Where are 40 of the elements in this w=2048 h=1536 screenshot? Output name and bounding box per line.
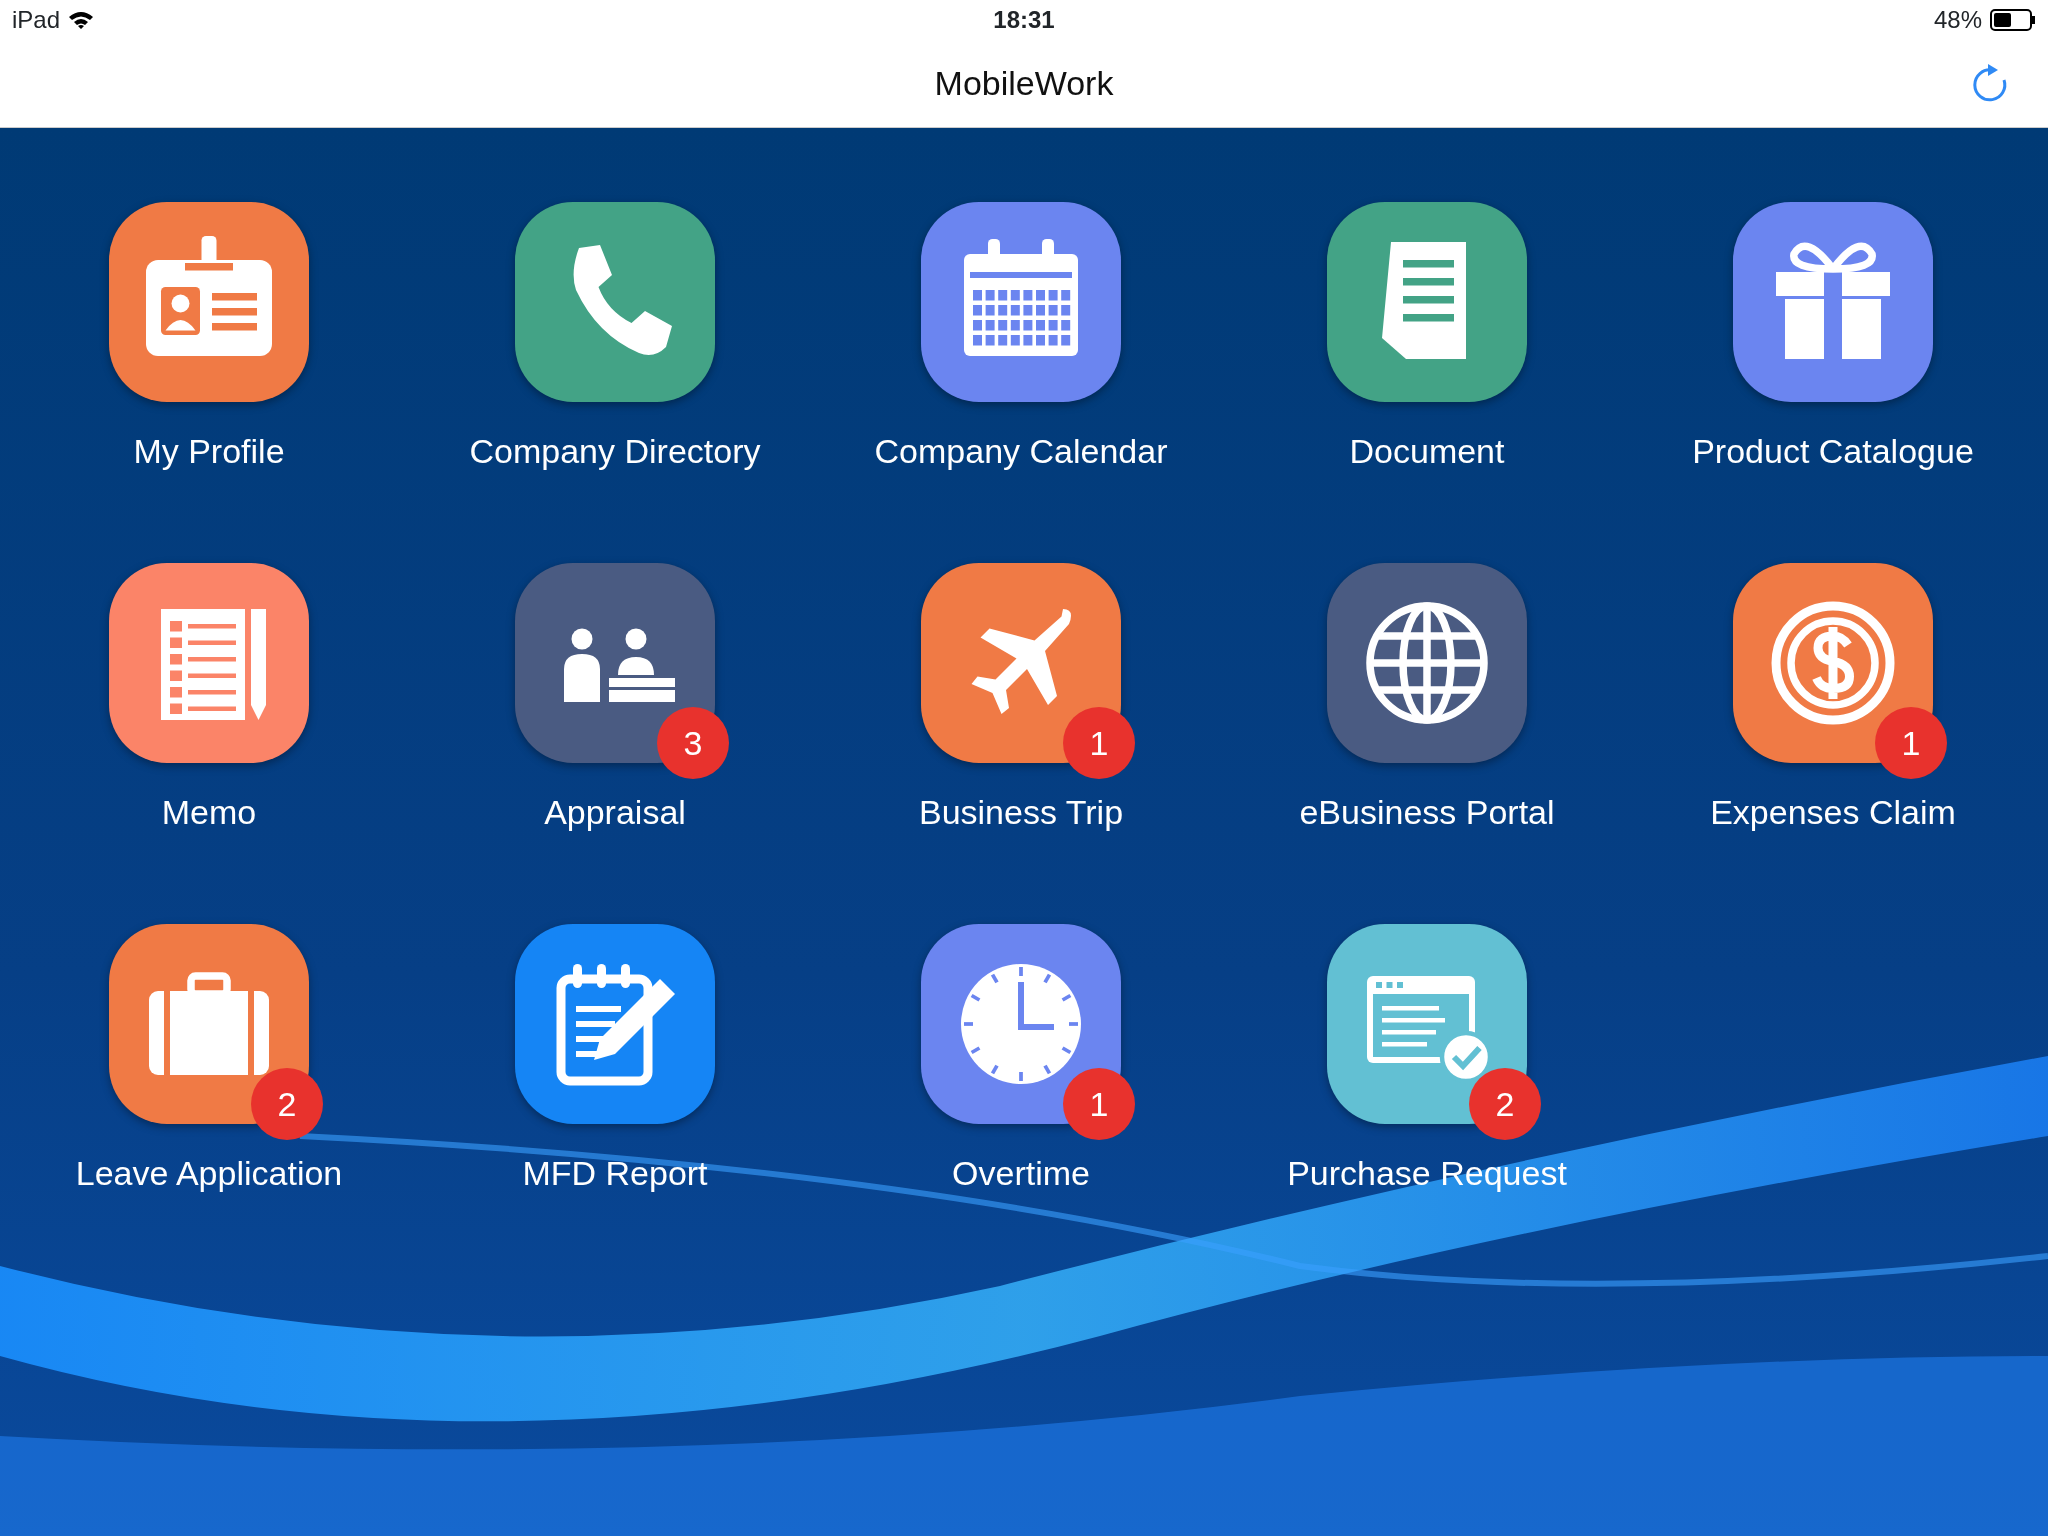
battery-percentage: 48%: [1933, 5, 1982, 35]
app-label: Leave Application: [75, 1153, 343, 1194]
app-icon-button[interactable]: [109, 202, 309, 402]
app-icon-button[interactable]: [109, 924, 309, 1124]
app-label: Company Calendar: [874, 431, 1168, 472]
app-label: Purchase Request: [1287, 1153, 1567, 1194]
notification-count: 1: [1875, 707, 1947, 779]
app-label: Memo: [161, 792, 257, 833]
app-label: My Profile: [133, 431, 285, 472]
notification-count: 1: [1063, 707, 1135, 779]
app-icon-button[interactable]: [1327, 924, 1527, 1124]
battery-icon: [1990, 9, 2036, 31]
app-icon-button[interactable]: [1327, 563, 1527, 763]
notification-count: 1: [1063, 1068, 1135, 1140]
status-time: 18:31: [993, 5, 1055, 35]
app-icon-button[interactable]: [1733, 202, 1933, 402]
app-label: MFD Report: [522, 1153, 708, 1194]
app-label: Expenses Claim: [1710, 792, 1956, 833]
app-label: eBusiness Portal: [1299, 792, 1555, 833]
wifi-icon: [68, 10, 95, 30]
device-name: iPad: [12, 5, 61, 35]
notification-count: 3: [657, 707, 729, 779]
app-icon-button[interactable]: [515, 202, 715, 402]
app-icon-button[interactable]: [109, 563, 309, 763]
app-label: Appraisal: [544, 792, 686, 833]
app-title: MobileWork: [934, 63, 1114, 104]
app-label: Company Directory: [469, 431, 761, 472]
app-icon-button[interactable]: [1733, 563, 1933, 763]
app-icon-button[interactable]: [921, 924, 1121, 1124]
app-icon-button[interactable]: [921, 563, 1121, 763]
app-label: Business Trip: [918, 792, 1124, 833]
notification-count: 2: [1469, 1068, 1541, 1140]
app-icon-button[interactable]: [921, 202, 1121, 402]
app-icon-button[interactable]: [1327, 202, 1527, 402]
app-label: Overtime: [952, 1153, 1090, 1194]
app-label: Product Catalogue: [1692, 431, 1974, 472]
notification-count: 2: [251, 1068, 323, 1140]
app-icon-button[interactable]: [515, 563, 715, 763]
app-icon-button[interactable]: [515, 924, 715, 1124]
app-label: Document: [1349, 431, 1505, 472]
